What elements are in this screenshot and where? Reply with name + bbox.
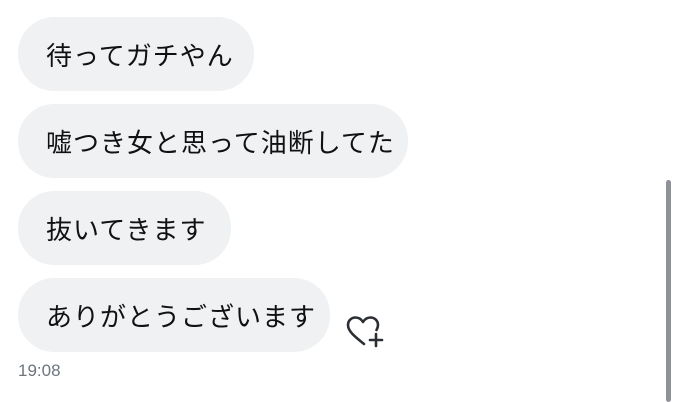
message-text: ありがとうございます <box>46 302 317 333</box>
message-bubble[interactable]: 嘘つき女と思って油断してた <box>18 104 408 178</box>
message-text: 待ってガチやん <box>46 41 234 72</box>
scrollbar[interactable] <box>666 180 671 402</box>
add-reaction-button[interactable] <box>345 314 387 350</box>
message-bubble[interactable]: 待ってガチやん <box>18 17 254 91</box>
chat-thread: 待ってガチやん 嘘つき女と思って油断してた 抜いてきます ありがとうございます … <box>0 0 680 402</box>
message-bubble[interactable]: ありがとうございます <box>18 278 330 352</box>
message-text: 嘘つき女と思って油断してた <box>46 128 395 159</box>
message-bubble[interactable]: 抜いてきます <box>18 191 231 265</box>
message-timestamp: 19:08 <box>18 361 61 380</box>
message-text: 抜いてきます <box>46 215 207 246</box>
heart-plus-icon <box>346 316 384 348</box>
